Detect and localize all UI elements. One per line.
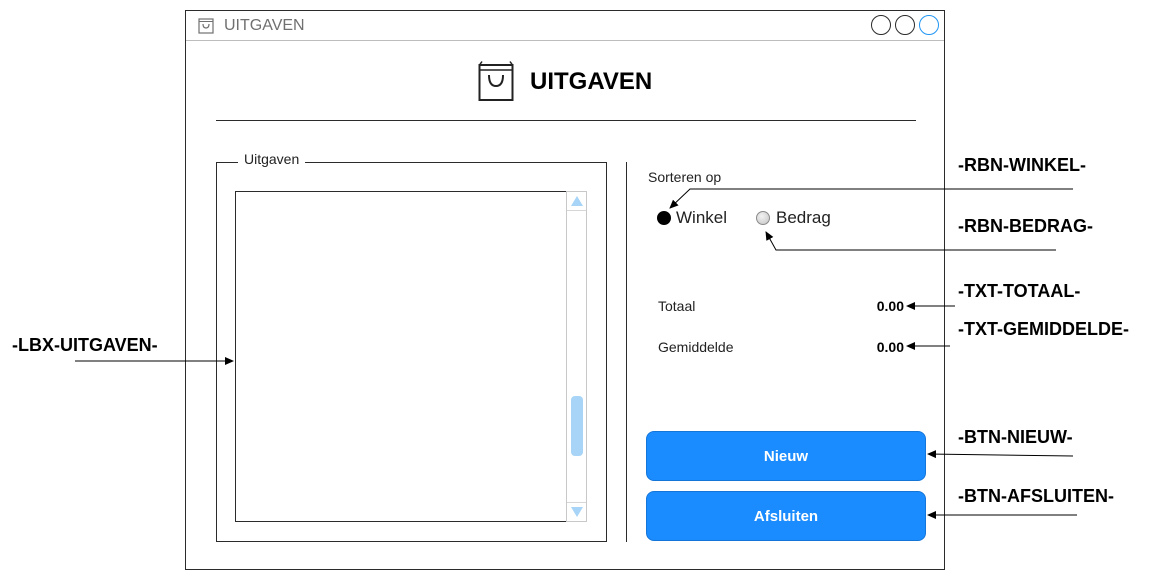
page-title: UITGAVEN <box>530 68 653 95</box>
scroll-separator <box>567 210 586 211</box>
scroll-down-arrow-icon[interactable] <box>571 507 583 517</box>
listbox-scrollbar[interactable] <box>566 191 587 522</box>
scroll-up-arrow-icon[interactable] <box>571 196 583 206</box>
nieuw-button[interactable]: Nieuw <box>646 431 926 481</box>
annotation-rbn-bedrag: -RBN-BEDRAG- <box>958 216 1093 236</box>
arrow-btn-nieuw <box>927 450 1074 459</box>
radio-winkel[interactable] <box>657 211 671 225</box>
shopping-bag-icon <box>478 61 514 101</box>
sort-label: Sorteren op <box>648 169 722 185</box>
afsluiten-button[interactable]: Afsluiten <box>646 491 926 541</box>
groupbox-legend: Uitgaven <box>238 151 306 167</box>
radio-bedrag-label[interactable]: Bedrag <box>776 208 831 228</box>
shopping-bag-icon <box>198 18 214 34</box>
totaal-value: 0.00 <box>876 298 904 314</box>
scroll-thumb[interactable] <box>571 396 583 456</box>
gemiddelde-label: Gemiddelde <box>658 339 734 355</box>
radio-bedrag[interactable] <box>756 211 770 225</box>
annotation-btn-nieuw: -BTN-NIEUW- <box>958 427 1073 447</box>
window-title: UITGAVEN <box>224 17 305 34</box>
scroll-separator <box>567 502 586 503</box>
totaal-label: Totaal <box>658 298 696 314</box>
annotation-lbx-uitgaven: -LBX-UITGAVEN- <box>12 335 158 355</box>
header-divider <box>216 120 916 121</box>
title-bar: UITGAVEN <box>186 11 944 41</box>
vertical-divider <box>626 162 627 542</box>
annotation-txt-gemiddelde: -TXT-GEMIDDELDE- <box>958 319 1129 339</box>
gemiddelde-value: 0.00 <box>876 339 904 355</box>
minimize-button[interactable] <box>871 15 891 35</box>
close-button[interactable] <box>919 15 939 35</box>
annotation-btn-afsluiten: -BTN-AFSLUITEN- <box>958 486 1114 506</box>
radio-winkel-label[interactable]: Winkel <box>676 208 727 228</box>
annotation-rbn-winkel: -RBN-WINKEL- <box>958 155 1086 175</box>
annotation-txt-totaal: -TXT-TOTAAL- <box>958 281 1081 301</box>
maximize-button[interactable] <box>895 15 915 35</box>
app-window: UITGAVEN UITGAVEN Uitgaven Sorteren op W… <box>185 10 945 570</box>
uitgaven-listbox[interactable] <box>235 191 567 522</box>
